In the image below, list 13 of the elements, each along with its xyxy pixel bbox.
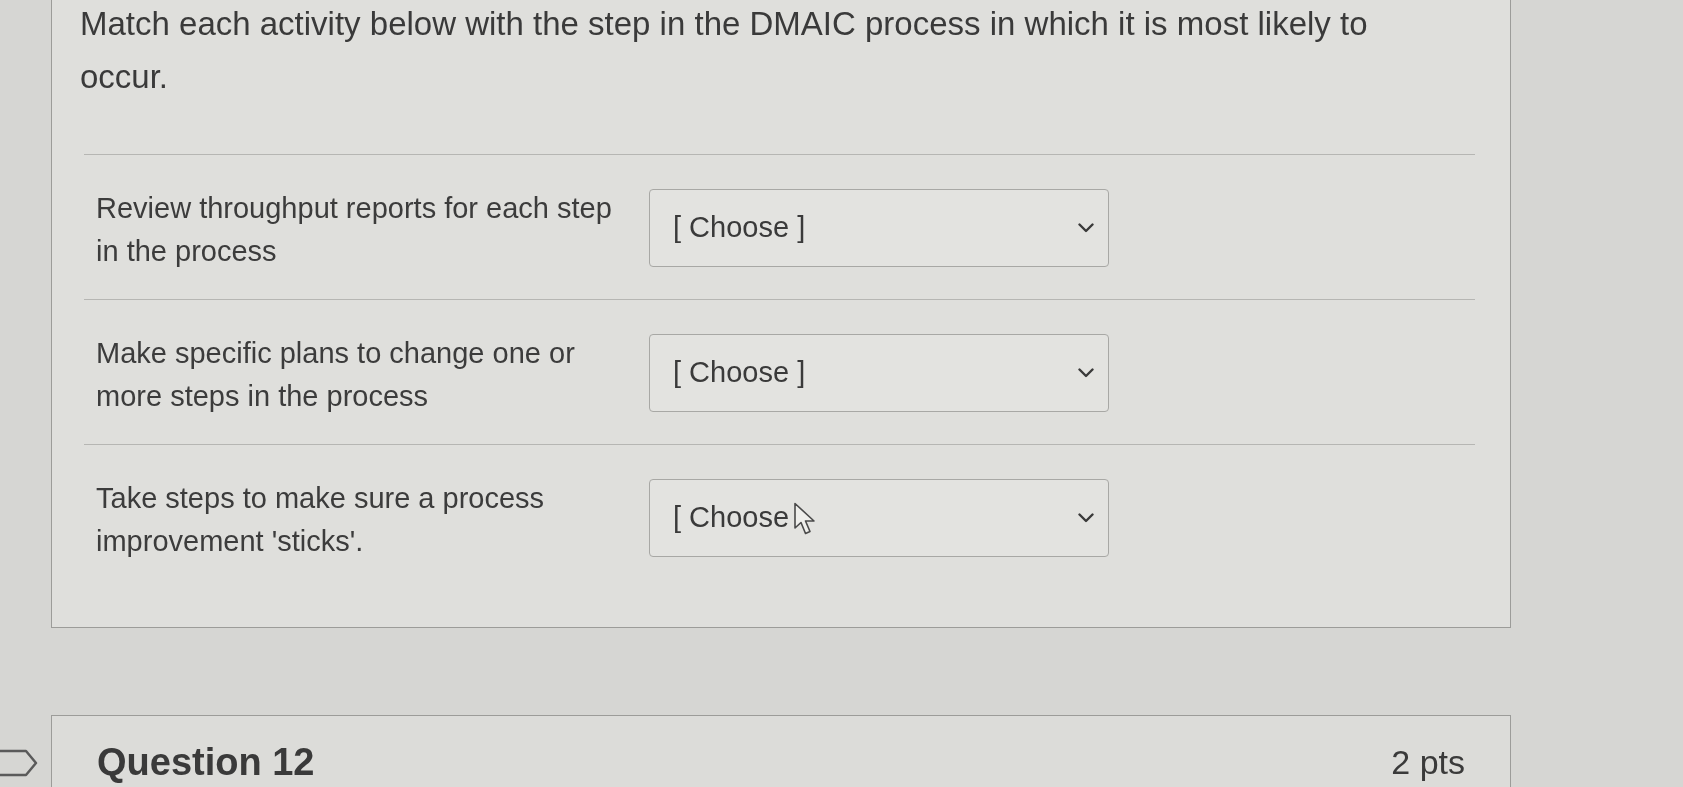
activity-prompt: Take steps to make sure a process improvement 'sticks'. [96, 481, 546, 559]
chevron-down-icon [1078, 223, 1094, 233]
choose-dropdown[interactable]: [ Choose [649, 479, 1109, 557]
choose-dropdown[interactable]: [ Choose ] [649, 189, 1109, 267]
activity-prompt: Review throughput reports for each step in the process [96, 191, 613, 269]
question-text: Match each activity below with the step in the DMAIC process in which it is most likely to occur. [79, 4, 1369, 97]
activity-prompt: Make specific plans to change one or more steps in the process [96, 336, 576, 414]
flag-marker-icon[interactable] [0, 749, 38, 777]
points-label: 2 pts [1391, 742, 1465, 783]
choose-dropdown[interactable]: [ Choose ] [649, 334, 1109, 412]
chevron-down-icon [1078, 368, 1094, 378]
question-title: Question 12 [97, 742, 315, 785]
chevron-down-icon [1078, 513, 1094, 523]
